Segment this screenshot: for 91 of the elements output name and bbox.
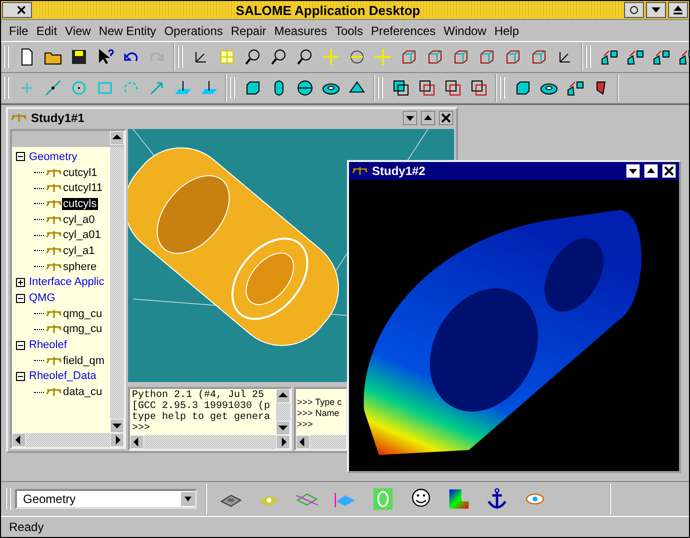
- save-icon[interactable]: [69, 47, 89, 67]
- tree-item[interactable]: sphere: [62, 260, 98, 273]
- object-icon: [46, 387, 62, 398]
- scroll-left-icon[interactable]: [296, 435, 310, 449]
- tree-item[interactable]: cyl_a1: [62, 244, 96, 257]
- menu-item[interactable]: Window: [440, 24, 490, 38]
- menu-item[interactable]: File: [5, 24, 32, 38]
- tree-item[interactable]: Rheolef_Data: [28, 370, 98, 382]
- tree-item[interactable]: Interface Applic: [28, 276, 106, 288]
- object-icon: [46, 230, 62, 240]
- toolbar-grip[interactable]: [177, 46, 183, 68]
- object-icon: [46, 308, 62, 319]
- object-icon: [46, 324, 62, 334]
- tree-item[interactable]: QMG: [28, 292, 56, 304]
- menu-item[interactable]: View: [61, 24, 95, 38]
- minimize-button[interactable]: [626, 164, 640, 178]
- fuse-icon[interactable]: [391, 78, 411, 98]
- object-icon: [46, 356, 62, 366]
- toolbar-grip[interactable]: [585, 46, 591, 68]
- toolbar-grip[interactable]: [5, 488, 11, 510]
- collapse-icon[interactable]: [16, 294, 25, 303]
- collapse-icon[interactable]: [16, 152, 25, 162]
- object-icon: [11, 113, 27, 123]
- scroll-right-icon[interactable]: [110, 433, 124, 447]
- object-icon: [46, 246, 62, 256]
- tree-item[interactable]: Geometry: [28, 150, 78, 163]
- tree-item[interactable]: cyl_a0: [62, 214, 96, 226]
- scroll-down-icon[interactable]: [110, 419, 124, 433]
- tree-item[interactable]: cyl_a01: [62, 229, 102, 242]
- scroll-left-icon[interactable]: [130, 435, 144, 449]
- message-console[interactable]: >>> Type c >>> Name >>>: [296, 389, 346, 435]
- scroll-left-icon[interactable]: [12, 433, 26, 447]
- toolbar-grip[interactable]: [499, 77, 505, 99]
- module-dropdown[interactable]: Geometry: [15, 489, 197, 509]
- toolbar-grip[interactable]: [3, 46, 9, 68]
- menu-item[interactable]: Edit: [32, 24, 62, 38]
- tree-item[interactable]: cutcyl11: [62, 182, 104, 194]
- sphere-icon[interactable]: [295, 78, 315, 98]
- menu-item[interactable]: Help: [490, 24, 524, 38]
- section-icon[interactable]: [469, 78, 489, 98]
- horizontal-scrollbar[interactable]: [12, 433, 124, 447]
- tree-item[interactable]: Rheolef: [28, 339, 68, 352]
- maximize-button[interactable]: [644, 164, 658, 178]
- tree-item[interactable]: field_qm: [62, 354, 106, 367]
- status-text: Ready: [1, 516, 689, 537]
- gradient-icon[interactable]: [447, 487, 471, 511]
- window-title: Study1#2: [372, 164, 426, 178]
- tree-item[interactable]: data_cu: [62, 386, 104, 398]
- object-icon: [46, 168, 62, 178]
- object-icon: [46, 183, 62, 194]
- scroll-up-icon[interactable]: [276, 389, 290, 403]
- common-icon[interactable]: [417, 78, 437, 98]
- minimize-icon[interactable]: [646, 2, 666, 18]
- anchor-icon[interactable]: [485, 487, 509, 511]
- menu-item[interactable]: New Entity: [94, 24, 160, 38]
- scroll-down-icon[interactable]: [276, 421, 290, 435]
- scroll-right-icon[interactable]: [276, 435, 290, 449]
- close-icon[interactable]: [2, 2, 32, 18]
- menu-item[interactable]: Operations: [160, 24, 227, 38]
- menu-item[interactable]: Measures: [270, 24, 331, 38]
- python-console[interactable]: Python 2.1 (#4, Jul 25 [GCC 2.95.3 19991030 (p type help to get genera >>>: [130, 389, 276, 435]
- object-icon: [46, 262, 62, 272]
- expand-icon[interactable]: [16, 278, 25, 287]
- tree-item[interactable]: cutcyls: [62, 198, 98, 210]
- menu-item[interactable]: Preferences: [366, 24, 440, 38]
- cut-icon[interactable]: [443, 78, 463, 98]
- minimize-button[interactable]: [403, 111, 417, 125]
- tree-item[interactable]: qmg_cu: [62, 323, 104, 336]
- collapse-icon[interactable]: [16, 340, 25, 350]
- menu-item[interactable]: Tools: [330, 24, 367, 38]
- window-title: Study1#1: [31, 111, 86, 125]
- tree-item[interactable]: qmg_cu: [62, 308, 104, 320]
- vertical-scrollbar[interactable]: [276, 389, 290, 435]
- object-icon: [46, 214, 62, 225]
- toolbar-grip[interactable]: [229, 77, 235, 99]
- horizontal-scrollbar[interactable]: [296, 435, 346, 449]
- object-icon: [46, 198, 62, 209]
- menu-item[interactable]: Repair: [226, 24, 270, 38]
- collapse-icon[interactable]: [16, 372, 25, 381]
- maximize-button[interactable]: [421, 111, 435, 125]
- close-button[interactable]: [439, 111, 453, 125]
- horizontal-scrollbar[interactable]: [130, 435, 290, 449]
- tree-item[interactable]: cutcyl1: [62, 166, 98, 179]
- scroll-up-icon[interactable]: [110, 131, 124, 145]
- close-button[interactable]: [662, 164, 676, 178]
- toolbar-grip[interactable]: [377, 77, 383, 99]
- object-icon: [352, 166, 368, 176]
- app-title: SALOME Application Desktop: [234, 2, 422, 18]
- maximize-icon[interactable]: [668, 2, 688, 18]
- toolbar-grip[interactable]: [3, 77, 9, 99]
- vertical-scrollbar[interactable]: [110, 147, 124, 433]
